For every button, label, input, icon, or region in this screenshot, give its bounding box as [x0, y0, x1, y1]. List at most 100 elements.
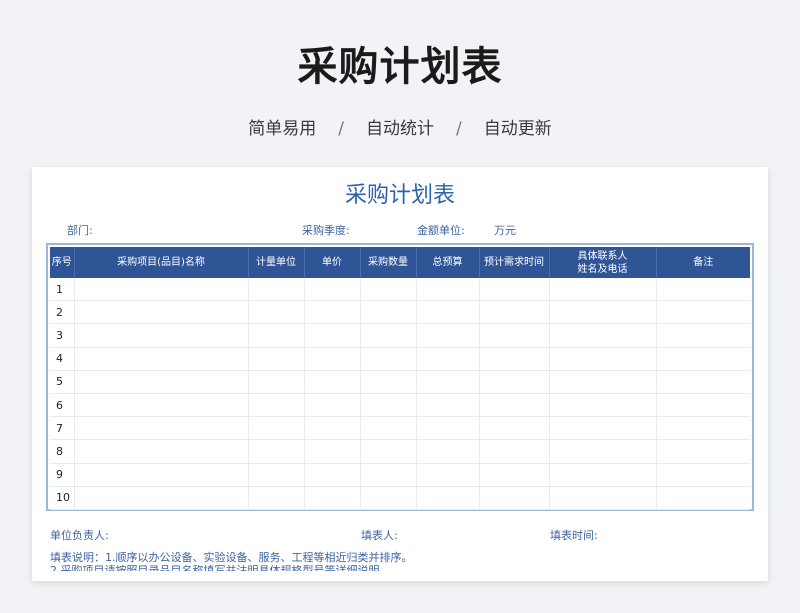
table-cell[interactable] [304, 439, 361, 464]
table-cell[interactable] [74, 439, 249, 464]
table-cell[interactable] [360, 278, 417, 302]
table-cell[interactable] [304, 416, 361, 441]
table-row: 8 [50, 439, 750, 464]
table-cell[interactable] [360, 486, 417, 510]
table-cell[interactable] [479, 323, 550, 348]
table-cell[interactable] [549, 486, 657, 510]
table-cell[interactable] [74, 486, 249, 510]
table-cell[interactable] [479, 439, 550, 464]
table-cell[interactable] [248, 486, 305, 510]
table-cell[interactable] [479, 463, 550, 487]
table-cell[interactable] [549, 439, 657, 464]
column-header: 采购项目(品目)名称 [74, 247, 249, 278]
fill-instructions-cutoff: 2.采购项目请按照目录品目名称填写并注明具体规格型号等详细说明。 [50, 565, 470, 571]
table-cell[interactable] [656, 463, 750, 487]
row-number-cell[interactable]: 2 [50, 300, 75, 325]
table-cell[interactable] [74, 347, 249, 371]
table-cell[interactable] [656, 439, 750, 464]
table-cell[interactable] [416, 393, 480, 418]
table-cell[interactable] [479, 347, 550, 371]
table-cell[interactable] [74, 416, 249, 441]
table-cell[interactable] [304, 347, 361, 371]
table-cell[interactable] [360, 300, 417, 325]
table-cell[interactable] [360, 439, 417, 464]
table-cell[interactable] [549, 300, 657, 325]
table-cell[interactable] [416, 278, 480, 302]
table-cell[interactable] [360, 463, 417, 487]
table-cell[interactable] [74, 300, 249, 325]
table-cell[interactable] [248, 347, 305, 371]
table-cell[interactable] [248, 278, 305, 302]
row-number-cell[interactable]: 8 [50, 439, 75, 464]
table-cell[interactable] [360, 393, 417, 418]
table-cell[interactable] [74, 463, 249, 487]
table-cell[interactable] [416, 347, 480, 371]
table-cell[interactable] [304, 278, 361, 302]
table-cell[interactable] [416, 300, 480, 325]
row-number-cell[interactable]: 10 [50, 486, 75, 510]
table-cell[interactable] [304, 370, 361, 394]
table-cell[interactable] [549, 347, 657, 371]
table-cell[interactable] [360, 416, 417, 441]
table-cell[interactable] [304, 393, 361, 418]
table-cell[interactable] [479, 300, 550, 325]
page-title: 采购计划表 [297, 44, 503, 90]
quarter-label: 采购季度: [302, 224, 350, 237]
table-cell[interactable] [248, 416, 305, 441]
table-cell[interactable] [549, 370, 657, 394]
table-cell[interactable] [549, 393, 657, 418]
table-header-row: 序号 采购项目(品目)名称 计量单位 单价 采购数量 总预算 预计需求时间 具体… [50, 247, 750, 278]
table-cell[interactable] [248, 370, 305, 394]
table-cell[interactable] [416, 439, 480, 464]
table-cell[interactable] [416, 416, 480, 441]
spreadsheet-preview: 采购计划表 部门: 采购季度: 金额单位: 万元 序号 采购项目(品目)名称 计… [32, 167, 768, 581]
table-cell[interactable] [656, 370, 750, 394]
table-cell[interactable] [479, 416, 550, 441]
table-cell[interactable] [304, 463, 361, 487]
row-number-cell[interactable]: 7 [50, 416, 75, 441]
table-cell[interactable] [416, 463, 480, 487]
row-number-cell[interactable]: 4 [50, 347, 75, 371]
row-number-cell[interactable]: 9 [50, 463, 75, 487]
table-cell[interactable] [74, 323, 249, 348]
table-cell[interactable] [549, 278, 657, 302]
table-cell[interactable] [656, 347, 750, 371]
purchase-table-frame: 序号 采购项目(品目)名称 计量单位 单价 采购数量 总预算 预计需求时间 具体… [46, 243, 754, 511]
table-cell[interactable] [360, 323, 417, 348]
table-cell[interactable] [416, 323, 480, 348]
table-cell[interactable] [656, 300, 750, 325]
table-cell[interactable] [304, 323, 361, 348]
table-cell[interactable] [416, 370, 480, 394]
table-cell[interactable] [656, 323, 750, 348]
table-cell[interactable] [479, 278, 550, 302]
sheet-title: 采购计划表 [344, 183, 455, 208]
table-cell[interactable] [549, 323, 657, 348]
table-cell[interactable] [656, 416, 750, 441]
row-number-cell[interactable]: 5 [50, 370, 75, 394]
row-number-cell[interactable]: 6 [50, 393, 75, 418]
table-cell[interactable] [479, 393, 550, 418]
table-cell[interactable] [304, 486, 361, 510]
table-cell[interactable] [479, 486, 550, 510]
table-cell[interactable] [549, 416, 657, 441]
table-cell[interactable] [248, 323, 305, 348]
table-cell[interactable] [656, 486, 750, 510]
table-cell[interactable] [304, 300, 361, 325]
table-cell[interactable] [656, 278, 750, 302]
table-cell[interactable] [656, 393, 750, 418]
table-cell[interactable] [74, 370, 249, 394]
table-cell[interactable] [74, 278, 249, 302]
row-number-cell[interactable]: 3 [50, 323, 75, 348]
table-cell[interactable] [248, 300, 305, 325]
table-cell[interactable] [74, 393, 249, 418]
table-cell[interactable] [248, 439, 305, 464]
table-cell[interactable] [360, 370, 417, 394]
table-cell[interactable] [479, 370, 550, 394]
table-cell[interactable] [248, 463, 305, 487]
table-cell[interactable] [416, 486, 480, 510]
column-header: 单价 [304, 247, 361, 278]
row-number-cell[interactable]: 1 [50, 278, 75, 302]
table-cell[interactable] [248, 393, 305, 418]
table-cell[interactable] [360, 347, 417, 371]
table-cell[interactable] [549, 463, 657, 487]
